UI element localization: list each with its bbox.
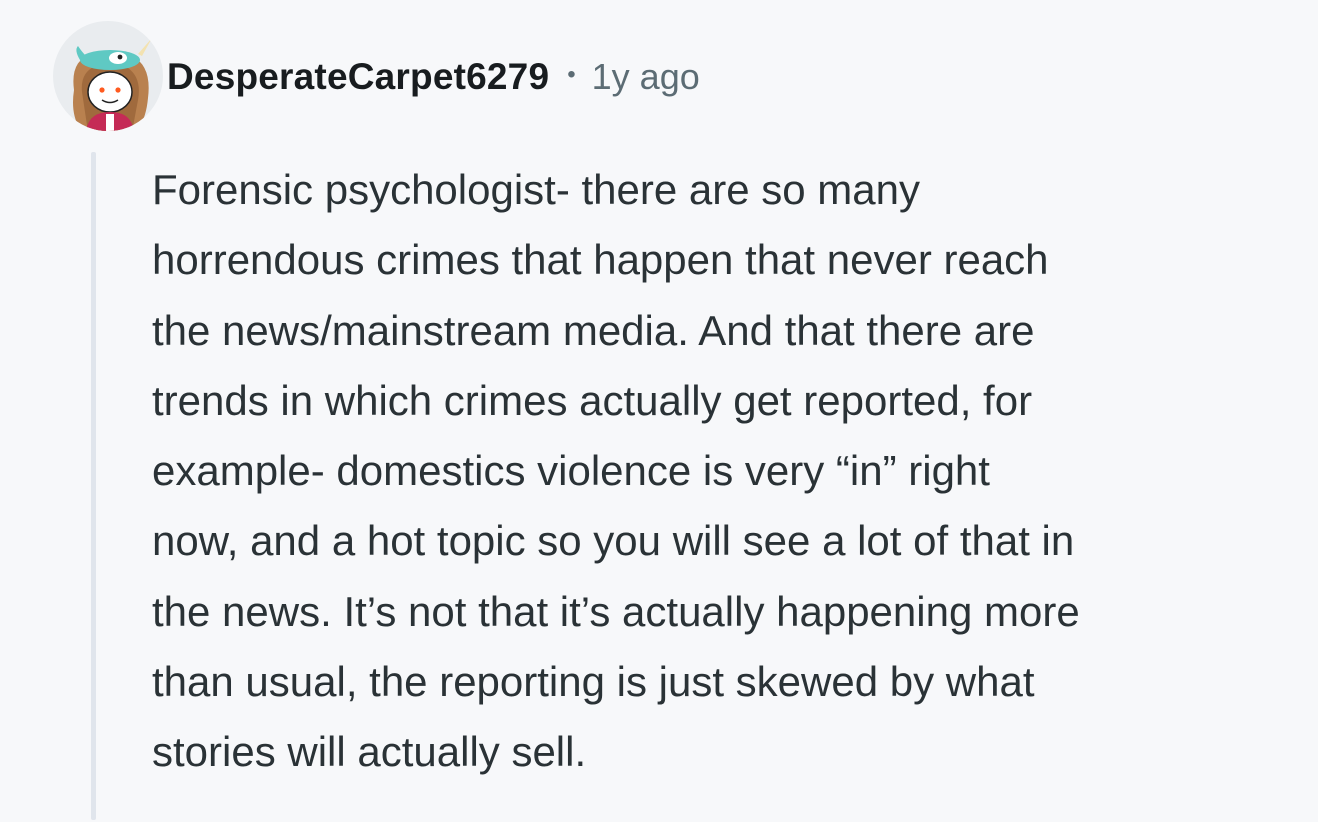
snoo-avatar-icon bbox=[53, 21, 163, 131]
comment-body-line: stories will actually sell. bbox=[152, 728, 587, 776]
comment-header: DesperateCarpet6279 • 1y ago bbox=[167, 52, 700, 102]
comment-body-line: example- domestics violence is very “in”… bbox=[152, 447, 990, 495]
comment-body-line: trends in which crimes actually get repo… bbox=[152, 376, 1033, 424]
user-avatar[interactable] bbox=[52, 20, 164, 132]
meta-separator: • bbox=[567, 61, 576, 88]
comment-body-line: the news/mainstream media. And that ther… bbox=[152, 306, 1035, 354]
comment-body-line: horrendous crimes that happen that never… bbox=[152, 236, 1049, 284]
comment-body-line: now, and a hot topic so you will see a l… bbox=[152, 517, 1075, 565]
comment-body-line: than usual, the reporting is just skewed… bbox=[152, 658, 1035, 706]
author-username[interactable]: DesperateCarpet6279 bbox=[167, 56, 549, 98]
comment-body: Forensic psychologist- there are so many… bbox=[152, 155, 1302, 788]
comment-body-line: Forensic psychologist- there are so many bbox=[152, 166, 920, 213]
comment-body-line: the news. It’s not that it’s actually ha… bbox=[152, 587, 1080, 635]
comment: DesperateCarpet6279 • 1y ago Forensic ps… bbox=[0, 0, 1318, 822]
thread-collapse-line[interactable] bbox=[91, 152, 96, 820]
comment-timestamp[interactable]: 1y ago bbox=[592, 56, 700, 98]
